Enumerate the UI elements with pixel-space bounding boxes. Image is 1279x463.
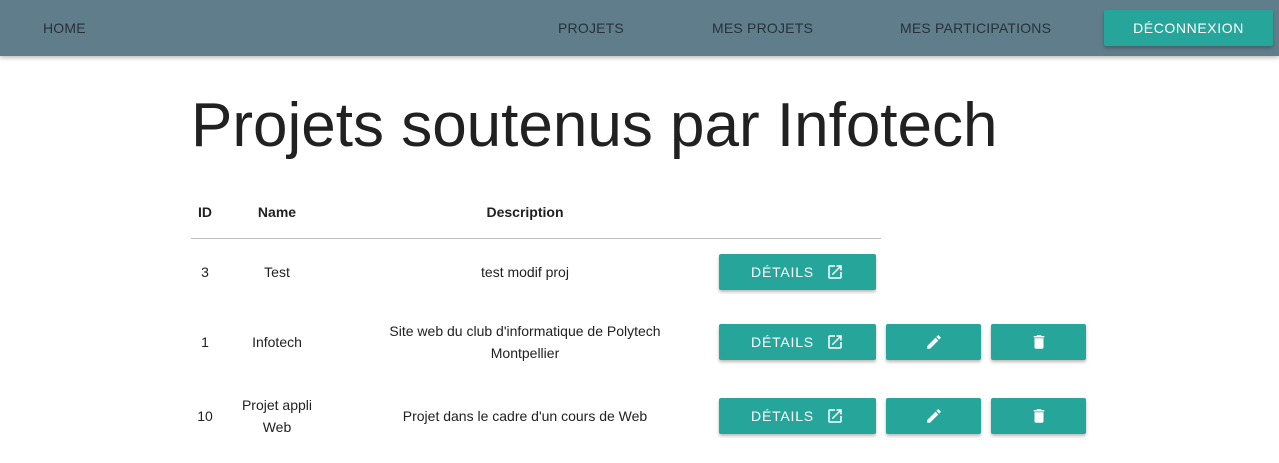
row-id-cell: 1 (201, 334, 209, 350)
row-id-cell: 10 (197, 408, 213, 424)
row-name-cell: Projet appli Web (227, 394, 327, 438)
pencil-icon (925, 407, 943, 425)
top-navbar: HOME PROJETS MES PROJETS MES PARTICIPATI… (0, 0, 1279, 56)
delete-button[interactable] (991, 324, 1086, 360)
row-name-line: Projet appli (241, 397, 313, 413)
row-name-line: Web (262, 419, 292, 435)
open-in-new-icon (826, 263, 844, 281)
nav-mes-projets-link[interactable]: MES PROJETS (712, 0, 813, 56)
open-in-new-icon (826, 333, 844, 351)
column-header-id: ID (198, 204, 212, 220)
column-header-name: Name (257, 204, 297, 220)
edit-button[interactable] (886, 324, 981, 360)
open-in-new-icon (826, 407, 844, 425)
row-description-cell: Site web du club d'informatique de Polyt… (355, 320, 695, 364)
row-name-cell: Infotech (252, 334, 302, 350)
row-description-cell: test modif proj (481, 264, 569, 280)
row-name-cell: Test (264, 264, 290, 280)
trash-icon (1030, 333, 1048, 351)
table-header-divider (191, 238, 881, 239)
details-button[interactable]: DÉTAILS (719, 324, 876, 360)
row-id-cell: 3 (201, 264, 209, 280)
edit-button[interactable] (886, 398, 981, 434)
details-button-label: DÉTAILS (751, 264, 814, 280)
delete-button[interactable] (991, 398, 1086, 434)
details-button-label: DÉTAILS (751, 334, 814, 350)
trash-icon (1030, 407, 1048, 425)
page-title: Projets soutenus par Infotech (191, 91, 998, 160)
pencil-icon (925, 333, 943, 351)
column-header-description: Description (486, 204, 564, 220)
details-button[interactable]: DÉTAILS (719, 254, 876, 290)
details-button-label: DÉTAILS (751, 408, 814, 424)
row-description-line: Montpellier (490, 345, 560, 361)
nav-projets-link[interactable]: PROJETS (558, 0, 624, 56)
nav-home-link[interactable]: HOME (43, 0, 86, 56)
details-button[interactable]: DÉTAILS (719, 398, 876, 434)
logout-button[interactable]: DÉCONNEXION (1104, 10, 1273, 46)
row-description-line: Site web du club d'informatique de Polyt… (389, 323, 661, 339)
nav-mes-participations-link[interactable]: MES PARTICIPATIONS (900, 0, 1051, 56)
row-description-cell: Projet dans le cadre d'un cours de Web (402, 408, 648, 424)
